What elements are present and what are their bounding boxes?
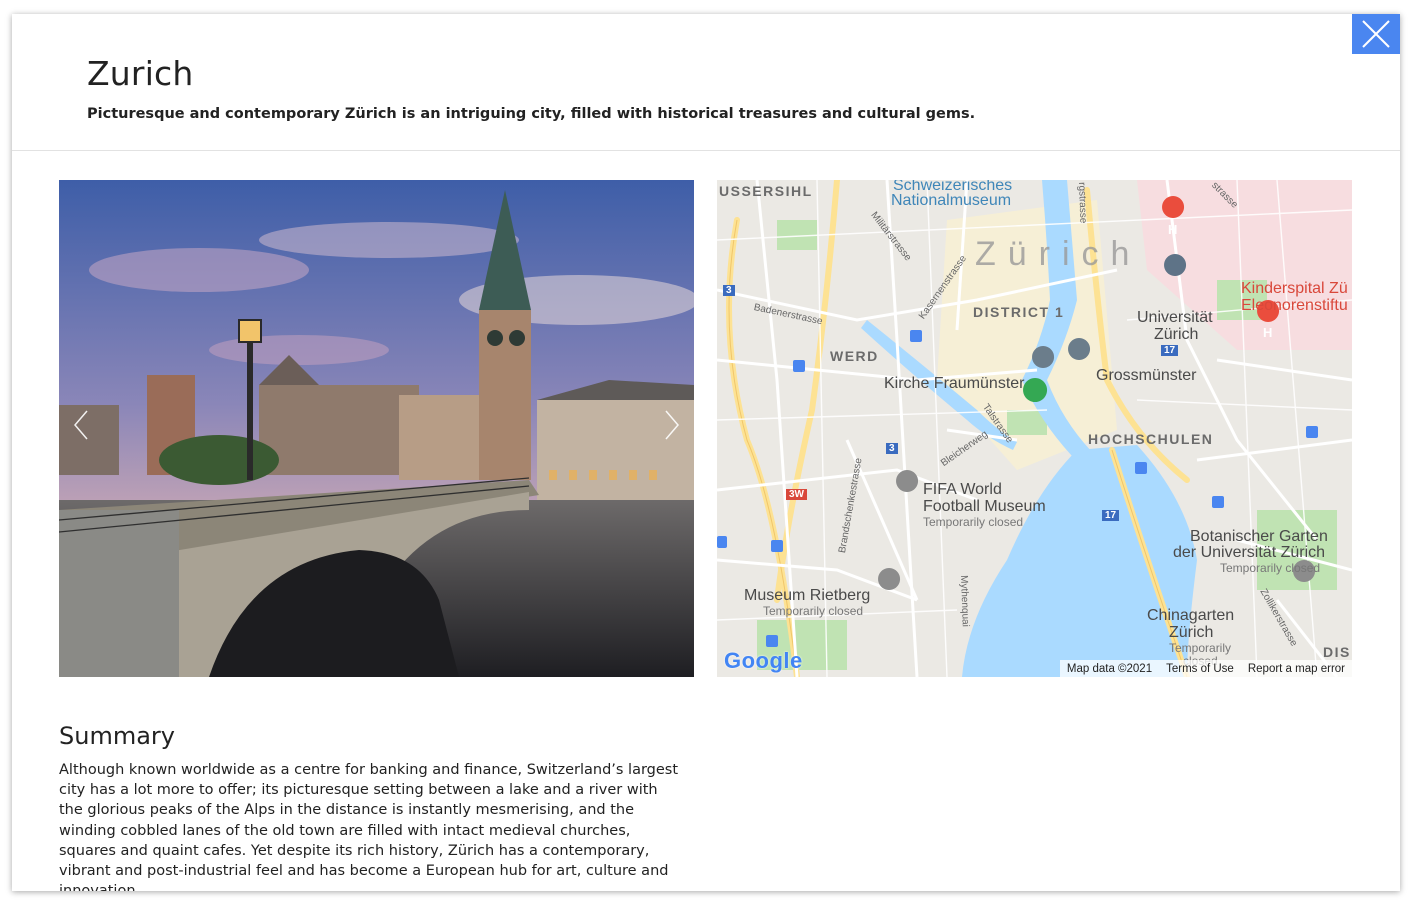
map-label: DISTRICT 1	[973, 304, 1065, 320]
map-label: USSERSIHL	[719, 183, 813, 199]
map-label: DIS	[1323, 644, 1351, 660]
carousel-prev-button[interactable]	[67, 405, 97, 445]
map-embed[interactable]: H H 3 3 3W 17 17 USSERSIHL Schweizerisch…	[717, 180, 1352, 677]
map-data-attribution: Map data ©2021	[1066, 662, 1153, 675]
map-label: HOCHSCHULEN	[1088, 431, 1214, 447]
map-label: Eleonorenstiftu	[1241, 297, 1348, 314]
map-label: Temporarily closed	[1220, 561, 1321, 575]
summary-text: Although known worldwide as a centre for…	[59, 762, 679, 891]
map-street-label: rgstrasse	[1076, 182, 1089, 224]
map-label: Nationalmuseum	[891, 192, 1012, 209]
map-footer: Map data ©2021 Terms of Use Report a map…	[1059, 660, 1352, 677]
map-label: Grossmünster	[1096, 367, 1197, 384]
map-label: Kirche Fraumünster	[884, 375, 1025, 392]
modal-header: Zurich Picturesque and contemporary Züri…	[12, 14, 1400, 151]
carousel-next-button[interactable]	[656, 405, 686, 445]
map-label: Temporarily closed	[763, 604, 864, 618]
map-label: Zürich	[1169, 624, 1214, 641]
route-shield: 3W	[786, 489, 807, 500]
map-label: Temporarily	[1169, 641, 1232, 655]
page-title: Zurich	[87, 54, 194, 93]
photo-carousel	[59, 180, 694, 677]
route-shield: 3	[723, 285, 735, 296]
svg-text:H: H	[1263, 325, 1272, 340]
route-shield: 17	[1161, 345, 1179, 356]
page-subtitle: Picturesque and contemporary Zürich is a…	[87, 106, 976, 122]
map-label: Universität	[1137, 309, 1213, 326]
map-street-label: Mythenquai	[958, 575, 971, 628]
svg-text:H: H	[1168, 222, 1177, 237]
map-label: Chinagarten	[1147, 607, 1235, 624]
report-map-error-link[interactable]: Report a map error	[1241, 663, 1352, 675]
route-shield: 17	[1102, 510, 1120, 521]
map-label: Zürich	[1154, 326, 1199, 343]
zurich-photo	[59, 180, 694, 677]
close-button[interactable]	[1352, 14, 1400, 54]
route-shield: 3	[886, 443, 898, 454]
chevron-right-icon	[665, 410, 679, 440]
map-label: Football Museum	[923, 498, 1046, 515]
map-label: FIFA World	[923, 481, 1002, 498]
map-label: Temporarily closed	[923, 515, 1024, 529]
chevron-left-icon	[74, 410, 88, 440]
google-logo: Google	[724, 648, 803, 673]
map-label: der Universität Zürich	[1173, 544, 1326, 561]
summary-heading: Summary	[59, 722, 175, 750]
destination-modal: Zurich Picturesque and contemporary Züri…	[12, 14, 1400, 891]
map-label: Museum Rietberg	[744, 587, 871, 604]
map-label: Zürich	[975, 235, 1142, 273]
map-label: WERD	[830, 348, 879, 364]
terms-of-use-link[interactable]: Terms of Use	[1159, 663, 1241, 675]
close-icon	[1362, 20, 1390, 48]
map-label: Kinderspital Zü	[1241, 280, 1348, 297]
